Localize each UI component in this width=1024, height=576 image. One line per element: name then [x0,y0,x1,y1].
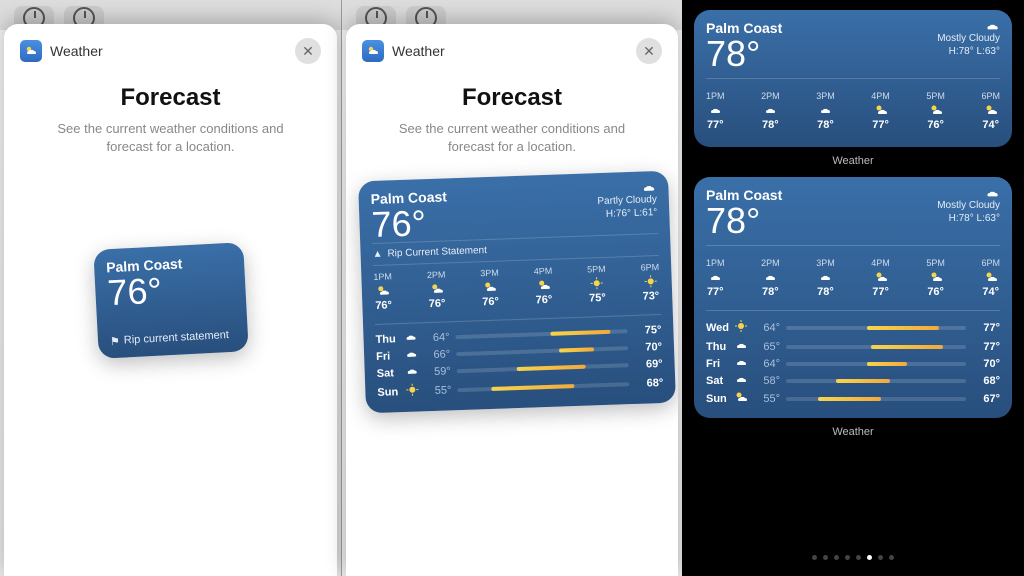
hour-column: 6PM74° [981,258,1000,298]
hour-column: 2PM76° [427,270,447,311]
weather-app-icon [20,40,42,62]
daily-row: Thu65°77° [706,338,1000,355]
hour-column: 3PM78° [816,258,835,298]
alert-text: Rip current statement [123,329,229,346]
weather-icon [984,103,998,117]
widget-condition: Partly Cloudy H:76° L:61° [597,181,658,221]
weather-icon [590,276,604,290]
weather-icon [984,270,998,284]
weather-icon [874,270,888,284]
weather-widget-large[interactable]: Palm Coast 78° Mostly Cloudy H:78° L:63°… [694,177,1012,418]
weather-icon [929,270,943,284]
hour-column: 6PM74° [981,91,1000,131]
sheet-subtitle: See the current weather conditions and f… [20,120,321,156]
page-indicator[interactable] [694,555,1012,566]
sheet-title: Forecast [20,84,321,112]
flag-icon: ⚑ [109,335,120,348]
sheet-title: Forecast [362,84,662,112]
hour-column: 1PM77° [706,258,725,298]
hour-column: 5PM75° [587,264,607,305]
hour-column: 1PM77° [706,91,725,131]
widget-caption: Weather [694,155,1012,167]
hour-column: 2PM78° [761,91,780,131]
app-header: Weather [362,40,445,62]
weather-icon [708,103,722,117]
hour-column: 4PM76° [534,266,554,307]
widget-caption: Weather [694,426,1012,438]
widget-condition: Mostly Cloudy H:78° L:63° [937,187,1000,225]
hour-column: 5PM76° [926,258,945,298]
weather-icon [734,357,752,370]
weather-icon [763,270,777,284]
app-name: Weather [50,43,103,59]
warning-icon: ▲ [372,249,382,260]
weather-icon [734,374,752,387]
hour-column: 5PM76° [926,91,945,131]
weather-icon [405,366,423,380]
weather-icon [874,103,888,117]
weather-icon [734,340,752,353]
widget-temp: 78° [706,203,782,239]
weather-icon [376,284,390,298]
hourly-forecast: 1PM77° 2PM78° 3PM78° 4PM77° 5PM76° 6PM74° [706,252,1000,304]
weather-icon [643,274,657,288]
app-name: Weather [392,43,445,59]
weather-widget-medium[interactable]: Palm Coast 78° Mostly Cloudy H:78° L:63°… [694,10,1012,147]
widget-temp: 76° [106,269,234,312]
hour-column: 6PM73° [640,262,660,303]
hourly-forecast: 1PM76° 2PM76° 3PM76° 4PM76° 5PM75° 6PM73° [373,256,661,318]
weather-icon [818,103,832,117]
weather-app-icon [362,40,384,62]
hour-column: 3PM76° [480,268,500,309]
widget-condition: Mostly Cloudy H:78° L:63° [937,20,1000,58]
hour-column: 4PM77° [871,258,890,298]
hour-column: 2PM78° [761,258,780,298]
daily-row: Sat58°68° [706,372,1000,389]
app-header: Weather [20,40,103,62]
weather-widget-small[interactable]: Palm Coast 76° ⚑ Rip current statement [93,243,248,360]
widget-temp: 78° [706,36,782,72]
weather-icon [734,391,752,406]
home-screen-panel: Palm Coast 78° Mostly Cloudy H:78° L:63°… [682,0,1024,576]
widget-picker-panel-medium: Weather ✕ Forecast See the current weath… [341,0,682,576]
hour-column: 4PM77° [871,91,890,131]
weather-icon [536,278,550,292]
widget-picker-panel-small: Weather ✕ Forecast See the current weath… [0,0,341,576]
weather-icon [403,332,421,346]
close-button[interactable]: ✕ [636,38,662,64]
hour-column: 3PM78° [816,91,835,131]
weather-icon [483,280,497,294]
daily-forecast: Thu64°75°Fri66°70°Sat59°69°Sun55°68° [375,321,663,403]
weather-icon [818,270,832,284]
weather-icon [734,319,752,336]
widget-config-sheet: Weather ✕ Forecast See the current weath… [346,24,678,576]
daily-forecast: Wed64°77°Thu65°77°Fri64°70°Sat58°68°Sun5… [706,317,1000,408]
widget-alert: ⚑ Rip current statement [109,329,236,349]
daily-row: Fri64°70° [706,355,1000,372]
widget-temp: 76° [371,205,448,244]
weather-icon [429,282,443,296]
weather-icon [405,383,424,401]
weather-icon [708,270,722,284]
daily-row: Wed64°77° [706,317,1000,338]
weather-widget-large[interactable]: Palm Coast 76° Partly Cloudy H:76° L:61°… [358,171,676,414]
weather-icon [763,103,777,117]
weather-icon [404,349,422,363]
widget-config-sheet: Weather ✕ Forecast See the current weath… [4,24,337,576]
close-button[interactable]: ✕ [295,38,321,64]
weather-icon [929,103,943,117]
daily-row: Sun55°67° [706,389,1000,408]
hourly-forecast: 1PM77° 2PM78° 3PM78° 4PM77° 5PM76° 6PM74° [706,85,1000,137]
sheet-subtitle: See the current weather conditions and f… [362,120,662,156]
hour-column: 1PM76° [373,272,393,313]
